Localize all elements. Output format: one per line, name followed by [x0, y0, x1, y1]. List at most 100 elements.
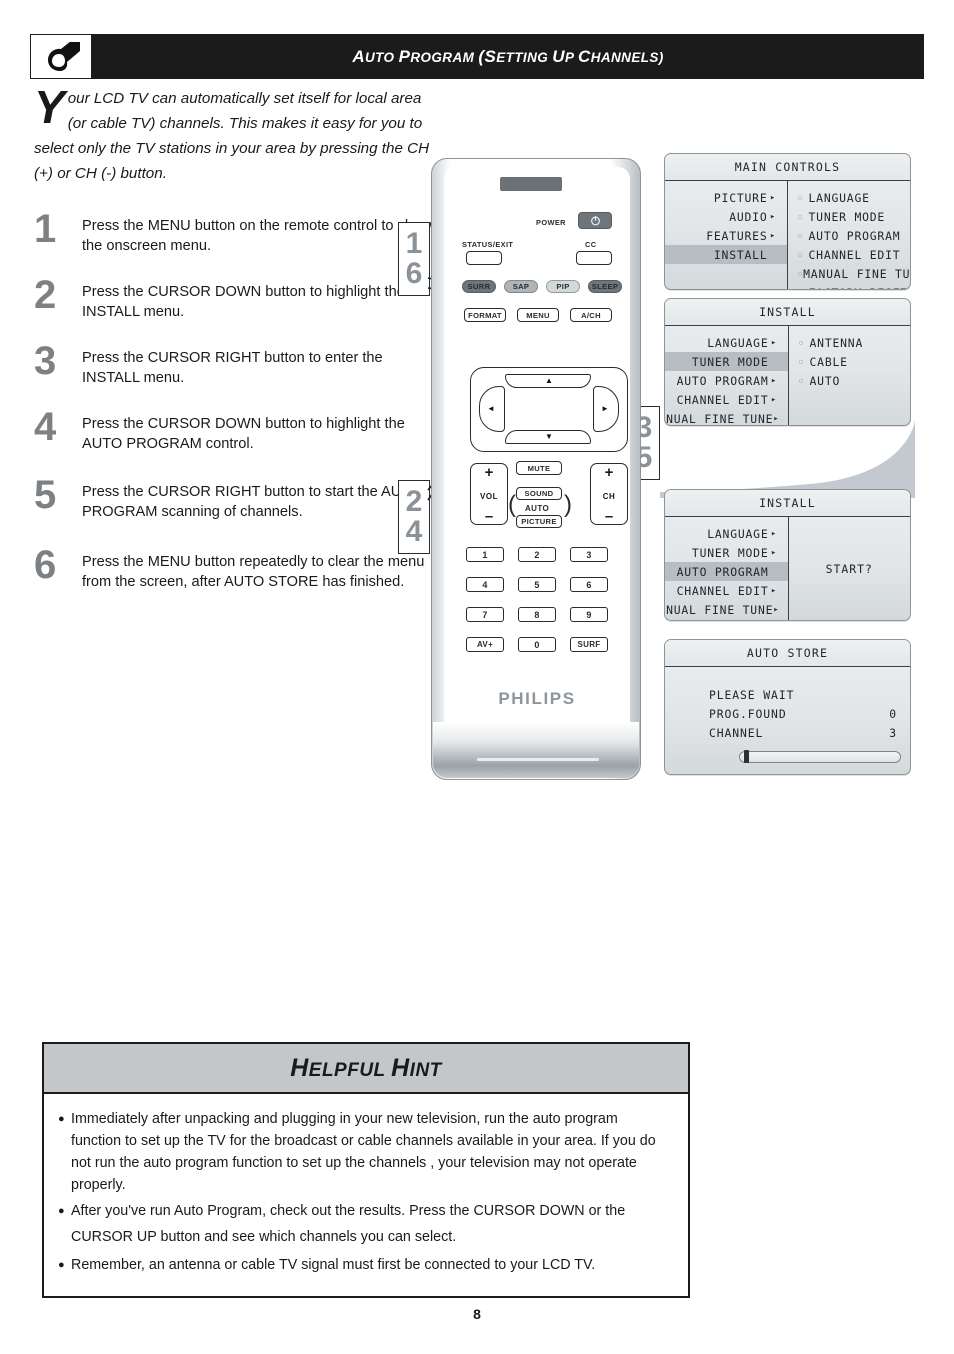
- numpad-0[interactable]: 0: [518, 637, 556, 652]
- osd-subitem-factory-reset[interactable]: ▫FACTORY RESET: [788, 283, 911, 290]
- pip-button[interactable]: PIP: [546, 280, 580, 293]
- osd-subitem-auto[interactable]: ▫ AUTO: [789, 371, 911, 390]
- osd-item-auto-program[interactable]: AUTO PROGRAM▸: [665, 562, 788, 581]
- osd-item-features[interactable]: FEATURES ▸: [665, 226, 787, 245]
- channel-rocker[interactable]: + CH –: [590, 463, 628, 525]
- osd-subitem-manual-fine-tune[interactable]: ▫MANUAL FINE TUNE: [788, 264, 911, 283]
- osd-item-channel-edit[interactable]: CHANNEL EDIT ▸: [665, 390, 788, 409]
- steps-list: 1 Press the MENU button on the remote co…: [34, 209, 434, 609]
- hint-text: Immediately after unpacking and plugging…: [71, 1111, 656, 1193]
- surf-button[interactable]: SURF: [570, 637, 608, 652]
- osd-right-column: ▫ ANTENNA ▫ CABLE ▫ AUTO: [789, 326, 911, 425]
- numpad-2[interactable]: 2: [518, 547, 556, 562]
- osd-item-picture[interactable]: PICTURE ▸: [665, 188, 787, 207]
- step-number: 3: [34, 339, 57, 383]
- sap-button[interactable]: SAP: [504, 280, 538, 293]
- bullet-icon: ▫: [797, 212, 804, 221]
- av-plus-button[interactable]: AV+: [466, 637, 504, 652]
- numpad-4[interactable]: 4: [466, 577, 504, 592]
- osd-item-tuner-mode[interactable]: TUNER MODE▸: [665, 352, 788, 371]
- hint-list-item: ● After you've run Auto Program, check o…: [58, 1198, 670, 1250]
- format-button[interactable]: FORMAT: [464, 308, 506, 322]
- page-title-s: (S: [478, 46, 497, 66]
- osd-item-manual-fine-tune[interactable]: MANUAL FINE TUNE▸: [665, 600, 788, 619]
- surr-button[interactable]: SURR: [462, 280, 496, 293]
- hint-list-item: ● Remember, an antenna or cable TV signa…: [58, 1252, 670, 1278]
- auto-store-progfound-value: 0: [889, 706, 897, 721]
- step-text: Press the CURSOR DOWN button to highligh…: [82, 284, 405, 320]
- osd-subitem-cable[interactable]: ▫ CABLE: [789, 352, 911, 371]
- sleep-button[interactable]: SLEEP: [588, 280, 622, 293]
- osd-item-label: MANUAL FINE TUNE: [665, 602, 774, 617]
- osd-item-label: FEATURES: [706, 228, 768, 243]
- menu-button[interactable]: MENU: [517, 308, 559, 322]
- osd-item-auto-program[interactable]: AUTO PROGRAM▸: [665, 371, 788, 390]
- status-exit-button[interactable]: [466, 251, 502, 265]
- osd-item-language[interactable]: LANGUAGE ▸: [665, 333, 788, 352]
- chevron-right-icon: ▸: [770, 528, 778, 539]
- sound-button[interactable]: SOUND: [516, 487, 562, 500]
- numpad-5[interactable]: 5: [518, 577, 556, 592]
- numpad-8[interactable]: 8: [518, 607, 556, 622]
- bullet-icon: ▫: [797, 231, 804, 240]
- a-ch-button[interactable]: A/CH: [570, 308, 612, 322]
- osd-item-factory-reset[interactable]: FACTORY RESET▸: [665, 619, 788, 620]
- numpad-7[interactable]: 7: [466, 607, 504, 622]
- hint-title-elpful: ELPFUL: [308, 1059, 392, 1081]
- osd-subitem-label: CHANNEL EDIT: [808, 247, 901, 262]
- step-item: 1 Press the MENU button on the remote co…: [34, 209, 434, 256]
- page-title-hannels: HANNELS): [590, 49, 664, 65]
- bullet-icon: ▫: [797, 193, 804, 202]
- step-number: 5: [34, 473, 57, 517]
- osd-item-label: AUDIO: [729, 209, 768, 224]
- vol-plus: +: [484, 464, 494, 481]
- osd-subitem-auto-program[interactable]: ▫ AUTO PROGRAM: [788, 226, 911, 245]
- osd-subitem-channel-edit[interactable]: ▫ CHANNEL EDIT: [788, 245, 911, 264]
- osd-item-audio[interactable]: AUDIO ▸: [665, 207, 787, 226]
- intro-text: our LCD TV can automatically set itself …: [34, 90, 430, 182]
- numpad-6[interactable]: 6: [570, 577, 608, 592]
- cc-button[interactable]: [576, 251, 612, 265]
- osd-item-label: TUNER MODE: [691, 545, 769, 560]
- numpad-1[interactable]: 1: [466, 547, 504, 562]
- numpad-3[interactable]: 3: [570, 547, 608, 562]
- page-title-rogram: ROGRAM: [410, 49, 479, 65]
- numpad-9[interactable]: 9: [570, 607, 608, 622]
- cursor-pad: ▲ ▼ ◄ ►: [470, 367, 628, 452]
- auto-label: AUTO: [525, 504, 550, 513]
- auto-store-progfound-label: PROG.FOUND: [709, 706, 787, 721]
- osd-item-channel-edit[interactable]: CHANNEL EDIT ▸: [665, 581, 788, 600]
- page-title-etting: ETTING: [496, 49, 553, 65]
- osd-body: LANGUAGE▸ TUNER MODE▸ AUTO PROGRAM▸ CHAN…: [665, 326, 910, 425]
- osd-subitem-language[interactable]: ▫ LANGUAGE: [788, 188, 911, 207]
- bullet-icon: ▫: [798, 357, 805, 366]
- step-text: Press the MENU button repeatedly to clea…: [82, 554, 425, 590]
- cursor-down-icon: ▼: [545, 432, 553, 441]
- osd-subitem-tuner-mode[interactable]: ▫ TUNER MODE: [788, 207, 911, 226]
- decorative-swoosh: [660, 420, 915, 498]
- bullet-icon: ▫: [798, 376, 805, 385]
- osd-body: LANGUAGE▸ TUNER MODE▸ AUTO PROGRAM▸ CHAN…: [665, 517, 910, 620]
- volume-rocker[interactable]: + VOL –: [470, 463, 508, 525]
- helpful-hint-box: HELPFUL HINT ● Immediately after unpacki…: [42, 1042, 690, 1298]
- bullet-icon: ●: [58, 1205, 65, 1217]
- osd-item-label: LANGUAGE: [707, 526, 769, 541]
- page-title-a: A: [352, 46, 365, 66]
- osd-start-prompt[interactable]: START?: [789, 517, 911, 620]
- page-title-p2: P: [564, 49, 579, 65]
- mute-button[interactable]: MUTE: [516, 461, 562, 475]
- callout-line: 4: [405, 515, 423, 548]
- osd-item-language[interactable]: LANGUAGE ▸: [665, 524, 788, 543]
- osd-title: AUTO STORE: [665, 640, 910, 667]
- page-title-p: P: [398, 46, 411, 66]
- power-button[interactable]: [578, 212, 612, 229]
- bullet-icon: ▫: [798, 288, 809, 289]
- picture-button[interactable]: PICTURE: [516, 515, 562, 528]
- osd-subitem-antenna[interactable]: ▫ ANTENNA: [789, 333, 911, 352]
- osd-item-label: PICTURE: [713, 190, 768, 205]
- osd-item-tuner-mode[interactable]: TUNER MODE▸: [665, 543, 788, 562]
- osd-subitem-label: AUTO: [809, 373, 841, 388]
- page-title-u: U: [552, 46, 565, 66]
- osd-item-install[interactable]: INSTALL▸: [665, 245, 787, 264]
- step-text: Press the MENU button on the remote cont…: [82, 218, 432, 254]
